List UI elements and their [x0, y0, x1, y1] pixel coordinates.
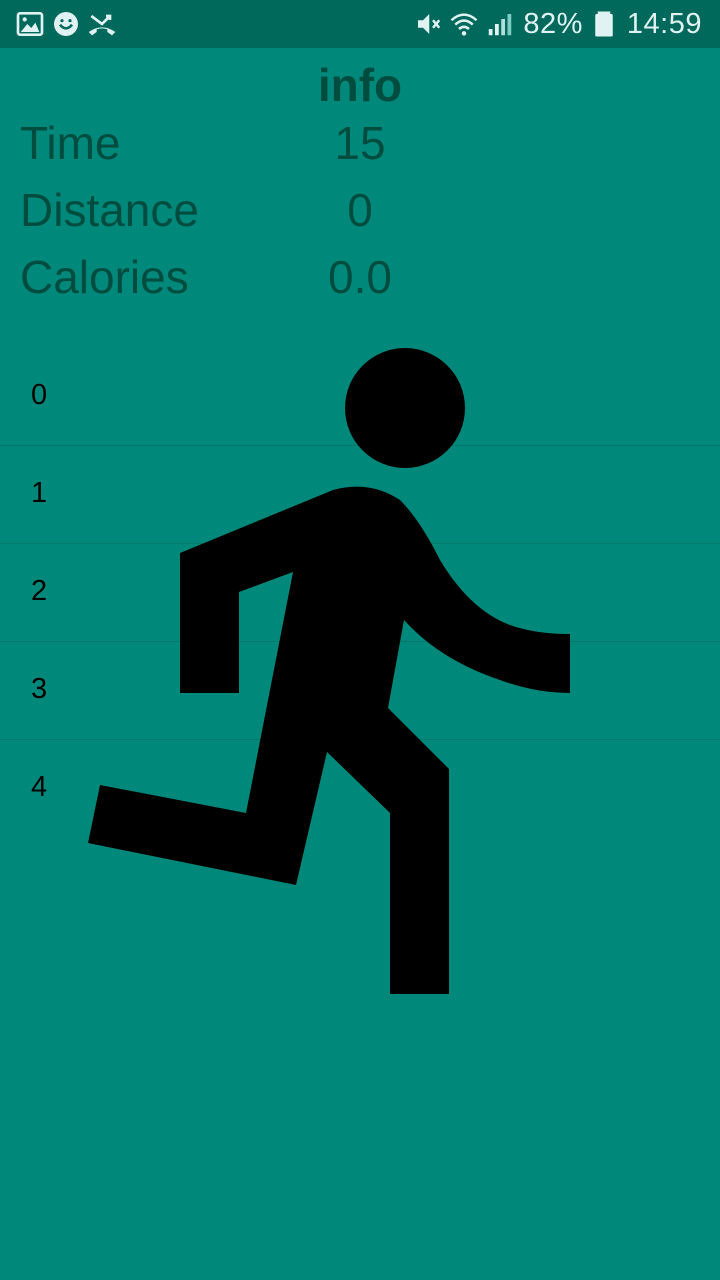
list-item-label: 1 — [31, 477, 48, 509]
notification-icons — [14, 8, 122, 40]
gallery-icon — [16, 12, 44, 36]
clock: 14:59 — [626, 7, 702, 40]
time-label: Time — [20, 117, 121, 169]
battery-percentage: 82% — [523, 7, 583, 40]
info-title: info — [317, 59, 403, 111]
missed-call-icon — [88, 14, 116, 36]
list-item-label: 4 — [31, 771, 48, 803]
calories-label: Calories — [20, 251, 189, 303]
system-indicators: 82% 14:59 — [407, 0, 702, 48]
list-item-label: 0 — [31, 379, 48, 411]
time-value: 15 — [334, 117, 386, 169]
running-person-icon — [88, 348, 570, 994]
list-item-label: 3 — [31, 673, 48, 705]
signal-icon — [489, 14, 512, 36]
list-item-label: 2 — [31, 575, 48, 607]
battery-icon — [595, 11, 613, 37]
stat-row-time: Time 15 — [0, 116, 720, 176]
distance-label: Distance — [20, 184, 199, 236]
stat-row-calories: Calories 0.0 — [0, 250, 720, 310]
calories-value: 0.0 — [328, 251, 392, 303]
smiley-icon — [54, 12, 78, 36]
distance-value: 0 — [347, 184, 373, 236]
status-bar: 82% 14:59 — [0, 0, 720, 48]
wifi-icon — [451, 13, 478, 36]
mute-icon — [418, 14, 441, 34]
stat-row-distance: Distance 0 — [0, 183, 720, 243]
